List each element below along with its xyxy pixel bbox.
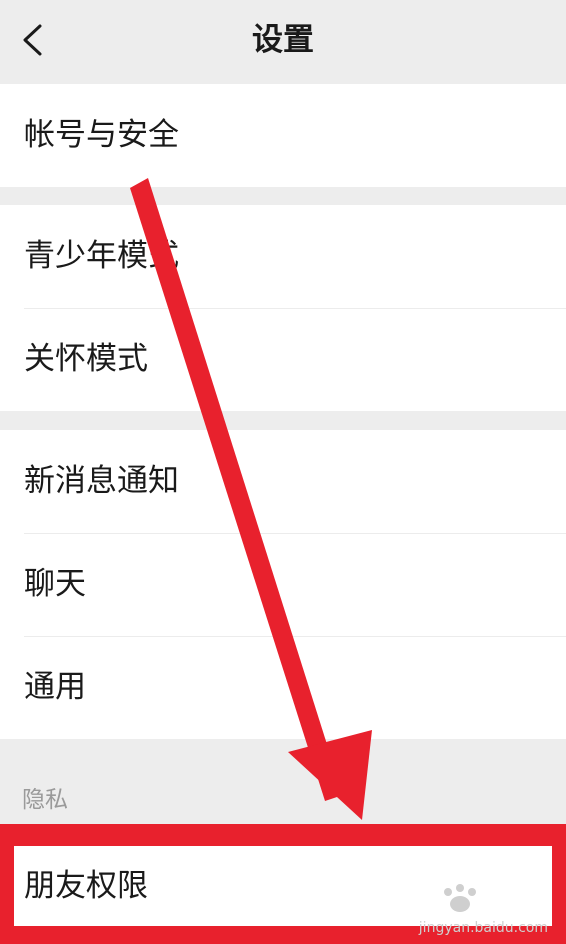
watermark-text: jingyan.baidu.com <box>418 920 548 936</box>
settings-item-teen-mode[interactable]: 青少年模式 <box>0 205 566 308</box>
settings-item-account-security[interactable]: 帐号与安全 <box>0 84 566 187</box>
settings-group-general: 新消息通知 聊天 通用 <box>0 430 566 739</box>
settings-item-chat[interactable]: 聊天 <box>0 533 566 636</box>
settings-item-label: 青少年模式 <box>24 238 179 274</box>
settings-group-modes: 青少年模式 关怀模式 <box>0 205 566 411</box>
watermark-logo <box>444 884 476 912</box>
section-header-privacy: 隐私 <box>22 787 68 813</box>
settings-item-label: 通用 <box>24 669 86 705</box>
settings-item-general[interactable]: 通用 <box>0 636 566 739</box>
settings-item-label: 新消息通知 <box>24 463 179 499</box>
settings-item-label: 聊天 <box>24 566 86 602</box>
settings-item-label: 关怀模式 <box>24 341 148 377</box>
nav-bar: 设置 <box>0 0 566 84</box>
settings-item-care-mode[interactable]: 关怀模式 <box>0 308 566 411</box>
arrow-head <box>288 730 372 820</box>
settings-item-label: 帐号与安全 <box>24 117 179 153</box>
settings-group-account: 帐号与安全 <box>0 84 566 187</box>
page-title: 设置 <box>252 22 314 58</box>
settings-item-label: 朋友权限 <box>24 868 148 904</box>
settings-item-notifications[interactable]: 新消息通知 <box>0 430 566 533</box>
